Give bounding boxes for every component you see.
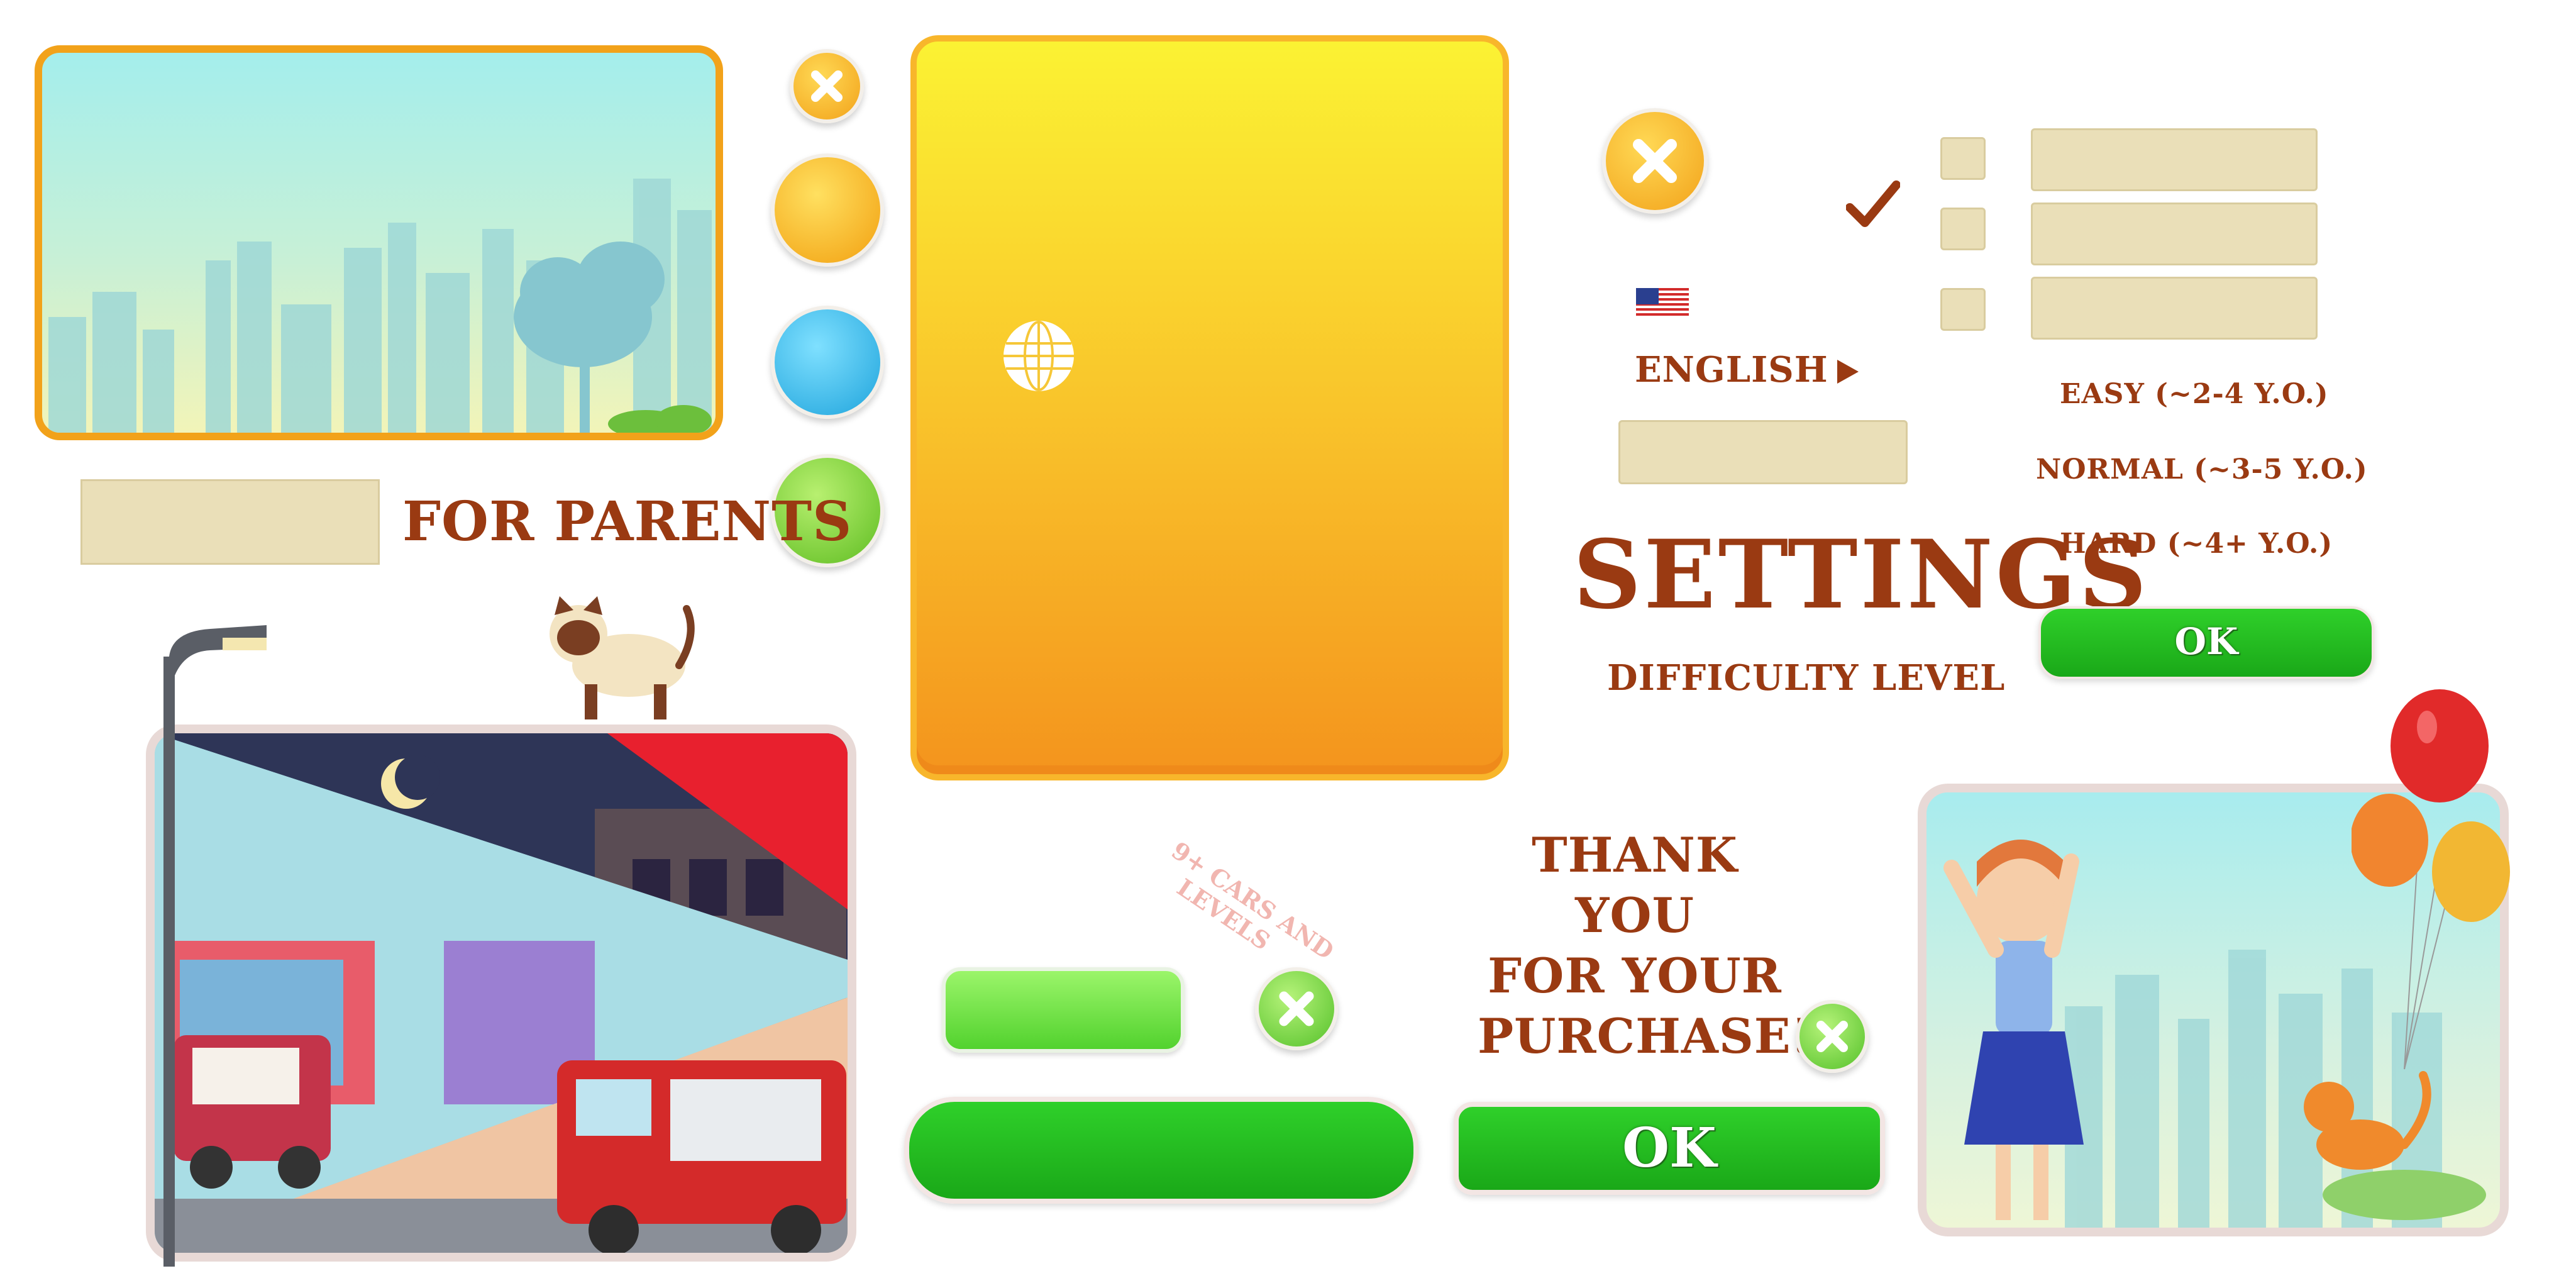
ok-label: OK <box>2174 620 2238 663</box>
city-background-panel <box>35 45 723 440</box>
difficulty-option-easy[interactable]: EASY (~2-4 Y.O.) <box>2060 372 2329 416</box>
difficulty-field-2 <box>2031 203 2318 265</box>
close-icon <box>811 70 843 102</box>
close-button-thanks[interactable] <box>1796 1000 1869 1073</box>
difficulty-checkbox-hard[interactable] <box>1940 288 1986 331</box>
thank-you-message: THANK YOU FOR YOUR PURCHASE! <box>1478 825 1813 1067</box>
difficulty-option-normal[interactable]: NORMAL (~3-5 Y.O.) <box>2036 448 2368 492</box>
language-field[interactable] <box>1618 420 1908 484</box>
ok-button[interactable]: OK <box>1454 1102 1885 1195</box>
language-label[interactable]: ENGLISH <box>1635 345 1828 395</box>
ok-button-label: OK <box>1622 1116 1716 1180</box>
close-button-settings[interactable] <box>1602 108 1708 214</box>
city-skyline-illustration <box>48 179 712 433</box>
close-button-small[interactable] <box>790 49 864 123</box>
difficulty-field-1 <box>2031 128 2318 191</box>
balloons-illustration <box>2350 689 2515 953</box>
globe-icon <box>1001 318 1076 394</box>
difficulty-level-label: DIFFICULTY LEVEL <box>1607 657 2006 699</box>
wide-green-button[interactable] <box>904 1097 1418 1204</box>
blue-round-button[interactable] <box>771 306 884 419</box>
thanks-line-2: FOR YOUR <box>1488 948 1782 1004</box>
street-lamp-illustration <box>160 619 273 1267</box>
checkmark-icon <box>1845 179 1901 233</box>
for-parents-label: FOR PARENTS <box>402 490 853 553</box>
close-icon <box>1633 139 1677 183</box>
parents-input-field[interactable] <box>80 479 380 565</box>
close-icon <box>1279 991 1314 1026</box>
yellow-dialog-panel <box>910 35 1509 780</box>
settings-ok-button[interactable]: OK <box>2038 606 2374 679</box>
close-button-green[interactable] <box>1255 967 1338 1050</box>
close-icon <box>1816 1021 1848 1052</box>
us-flag-icon <box>1636 288 1689 318</box>
siamese-cat-illustration <box>541 596 698 722</box>
light-green-button[interactable] <box>942 967 1185 1053</box>
thanks-line-1: THANK YOU <box>1532 827 1738 943</box>
difficulty-checkbox-easy[interactable] <box>1940 137 1986 180</box>
difficulty-option-hard[interactable]: HARD (~4+ Y.O.) <box>2060 522 2333 566</box>
yellow-round-button[interactable] <box>771 153 884 267</box>
difficulty-field-3 <box>2031 277 2318 340</box>
difficulty-checkbox-normal[interactable] <box>1940 208 1986 250</box>
thanks-line-3: PURCHASE! <box>1478 1008 1813 1064</box>
play-arrow-icon[interactable] <box>1835 357 1861 386</box>
